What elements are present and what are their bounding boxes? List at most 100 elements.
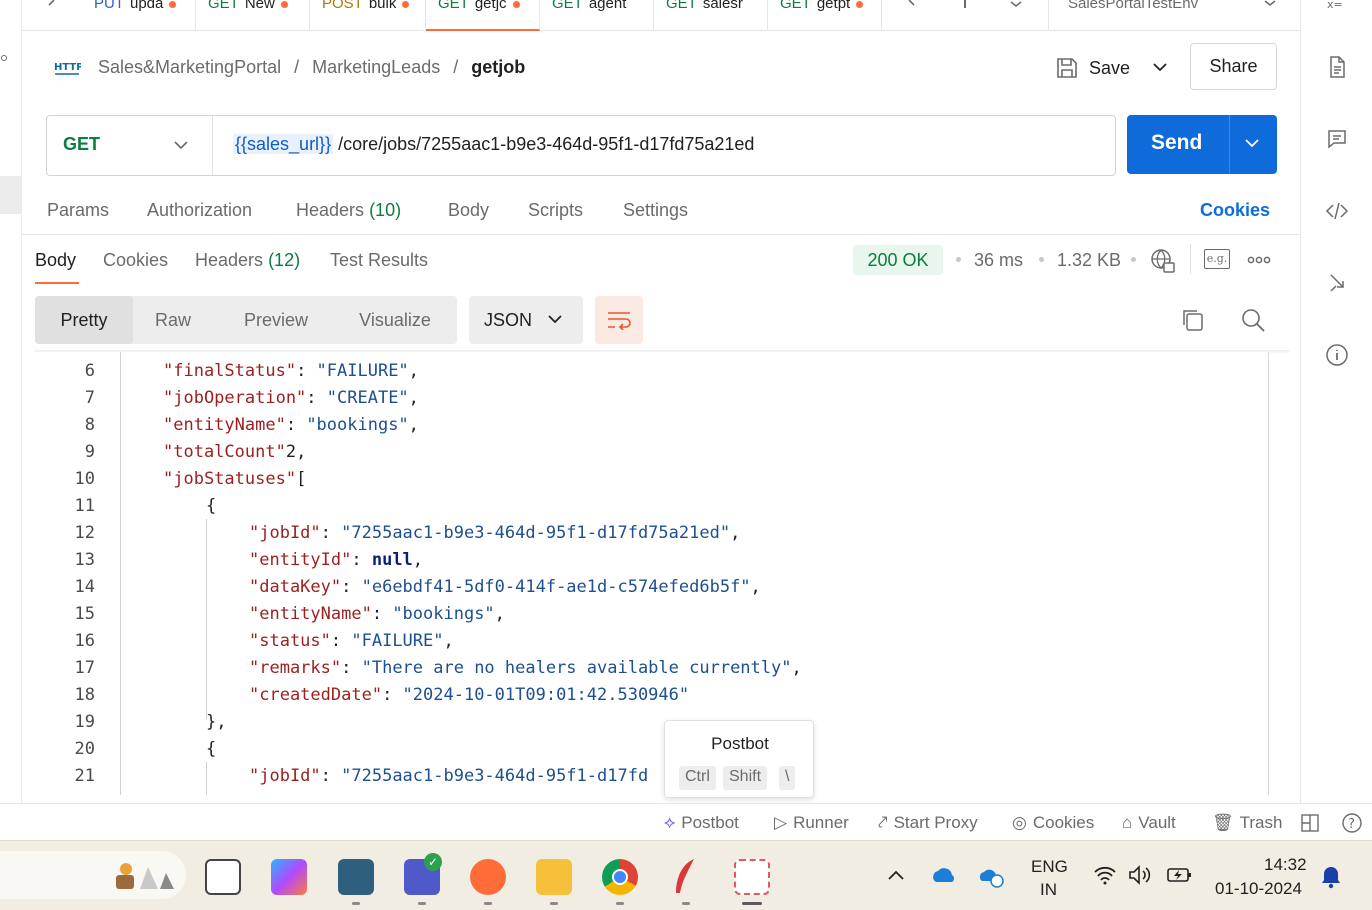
tab-headers[interactable]: Headers (10)	[296, 200, 401, 221]
view-visualize[interactable]: Visualize	[335, 296, 455, 344]
taskbar-app-desktop[interactable]	[205, 859, 241, 895]
help-icon[interactable]: ?	[1341, 812, 1363, 834]
code-line: 15 "entityName": "bookings",	[35, 601, 1268, 628]
info-icon[interactable]	[1325, 343, 1349, 367]
code-text: "jobId": "7255aac1-b9e3-464d-95f1-d17fd7…	[249, 523, 741, 543]
taskbar-app-file-explorer[interactable]	[536, 859, 572, 895]
response-size[interactable]: 1.32 KB	[1057, 250, 1121, 271]
tab-settings[interactable]: Settings	[623, 200, 688, 221]
environment-selector[interactable]: SalesPortalTestEnv	[1068, 0, 1198, 11]
response-time[interactable]: 36 ms	[974, 250, 1023, 271]
view-raw[interactable]: Raw	[133, 296, 213, 344]
kbd-shift: Shift	[723, 766, 768, 790]
taskbar-running-indicator	[484, 902, 492, 905]
copy-icon[interactable]	[1180, 307, 1206, 333]
cookies-button[interactable]: ◎ Cookies	[1012, 813, 1094, 833]
scroll-tabs-right-icon[interactable]	[906, 0, 920, 10]
breadcrumb-collection[interactable]: Sales&MarketingPortal	[98, 57, 281, 77]
breadcrumb-separator: /	[294, 57, 300, 77]
response-code-editor[interactable]: 6 "finalStatus": "FAILURE", 7 "jobOperation…	[35, 352, 1269, 795]
response-tab-body[interactable]: Body	[35, 250, 76, 271]
taskbar-app-feather[interactable]	[670, 857, 700, 897]
documentation-icon[interactable]	[1325, 55, 1349, 79]
save-as-example-icon[interactable]: e.g.	[1204, 249, 1230, 269]
battery-charging-icon[interactable]	[1165, 866, 1193, 884]
save-label: Save	[1089, 57, 1131, 78]
view-pretty[interactable]: Pretty	[35, 296, 133, 344]
vault-button[interactable]: ⌂ Vault	[1122, 813, 1176, 833]
code-icon[interactable]	[1325, 199, 1349, 223]
widgets-area[interactable]	[0, 851, 186, 899]
tab-bulk[interactable]: POST bulk	[310, 0, 426, 31]
notification-bell-icon[interactable]	[1320, 865, 1342, 889]
tab-salesr[interactable]: GET salesr	[654, 0, 768, 31]
cookie-icon: ◎	[1012, 813, 1027, 832]
clock-date[interactable]: 01-10-2024	[1215, 879, 1302, 899]
tab-divider	[964, 0, 966, 8]
more-options-icon[interactable]	[1247, 255, 1271, 265]
tab-getjob[interactable]: GET getjc	[426, 0, 540, 31]
input-language[interactable]: ENG	[1031, 857, 1068, 877]
related-collections-icon[interactable]	[1325, 271, 1349, 295]
save-button[interactable]: Save	[1056, 55, 1136, 81]
url-input[interactable]: {{sales_url}} /core/jobs/7255aac1-b9e3-4…	[233, 134, 754, 155]
postbot-button[interactable]: ⟡ Postbot	[664, 813, 739, 833]
trash-button[interactable]: 🗑 Trash	[1212, 813, 1282, 833]
code-line: 19},	[35, 709, 1268, 736]
runner-button[interactable]: ▷ Runner	[774, 813, 849, 833]
tab-scripts[interactable]: Scripts	[528, 200, 583, 221]
response-tab-cookies[interactable]: Cookies	[103, 250, 168, 271]
tab-agent[interactable]: GET agent	[540, 0, 654, 31]
tab-new[interactable]: GET New	[196, 0, 310, 31]
environment-variables-icon[interactable]: x=	[1327, 0, 1349, 10]
response-tab-headers[interactable]: Headers (12)	[195, 250, 300, 271]
wifi-icon[interactable]	[1093, 865, 1117, 885]
send-button[interactable]: Send	[1127, 115, 1277, 174]
taskbar-app-chrome[interactable]	[602, 859, 638, 895]
taskbar-app-snipping-tool[interactable]	[734, 859, 770, 895]
comments-icon[interactable]	[1325, 127, 1349, 151]
code-text: {	[206, 496, 217, 516]
line-number: 20	[74, 739, 95, 759]
network-globe-icon[interactable]	[1150, 248, 1176, 274]
onedrive-icon[interactable]	[930, 866, 958, 884]
url-variable[interactable]: {{sales_url}}	[233, 134, 334, 154]
line-number: 17	[74, 658, 95, 678]
taskbar-app-database[interactable]	[338, 859, 374, 895]
tab-authorization[interactable]: Authorization	[147, 200, 252, 221]
onedrive-sync-icon[interactable]	[978, 866, 1006, 888]
two-pane-icon[interactable]	[1301, 814, 1319, 832]
breadcrumb-request[interactable]: getjob	[471, 57, 525, 77]
format-select[interactable]: JSON	[469, 296, 583, 344]
save-options-chevron-icon[interactable]	[1152, 60, 1168, 74]
send-options-chevron-icon[interactable]	[1244, 137, 1260, 151]
taskbar-app-teams[interactable]: ✓	[404, 853, 442, 895]
status-badge[interactable]: 200 OK	[853, 245, 943, 275]
breadcrumb-folder[interactable]: MarketingLeads	[312, 57, 440, 77]
left-sidebar-selected-item[interactable]	[0, 176, 22, 214]
tab-list-chevron-icon[interactable]	[1008, 0, 1024, 10]
wrap-lines-button[interactable]	[595, 296, 643, 344]
environment-chevron-icon[interactable]	[1262, 0, 1278, 10]
response-tab-test-results[interactable]: Test Results	[330, 250, 428, 271]
method-chevron-icon[interactable]	[173, 140, 189, 152]
input-region[interactable]: IN	[1040, 880, 1057, 900]
clock-time[interactable]: 14:32	[1264, 855, 1307, 875]
tab-body[interactable]: Body	[448, 200, 489, 221]
show-hidden-icons-chevron[interactable]	[887, 869, 905, 881]
cookies-link[interactable]: Cookies	[1200, 200, 1270, 221]
kbd-ctrl: Ctrl	[679, 766, 716, 790]
tab-getpt[interactable]: GET getpt	[768, 0, 882, 31]
headers-count: (10)	[369, 200, 402, 220]
search-icon[interactable]	[1240, 307, 1266, 333]
tab-params[interactable]: Params	[47, 200, 109, 221]
back-icon[interactable]	[44, 0, 60, 10]
volume-icon[interactable]	[1128, 865, 1154, 885]
tab-upda[interactable]: PUT upda	[82, 0, 196, 31]
taskbar-app-postman[interactable]	[470, 859, 506, 895]
share-button[interactable]: Share	[1190, 43, 1277, 90]
sidebar-handle-icon[interactable]	[1, 52, 9, 64]
start-proxy-button[interactable]: ⤤ Start Proxy	[878, 813, 978, 833]
taskbar-app-copilot[interactable]	[271, 859, 307, 895]
view-preview[interactable]: Preview	[220, 296, 332, 344]
